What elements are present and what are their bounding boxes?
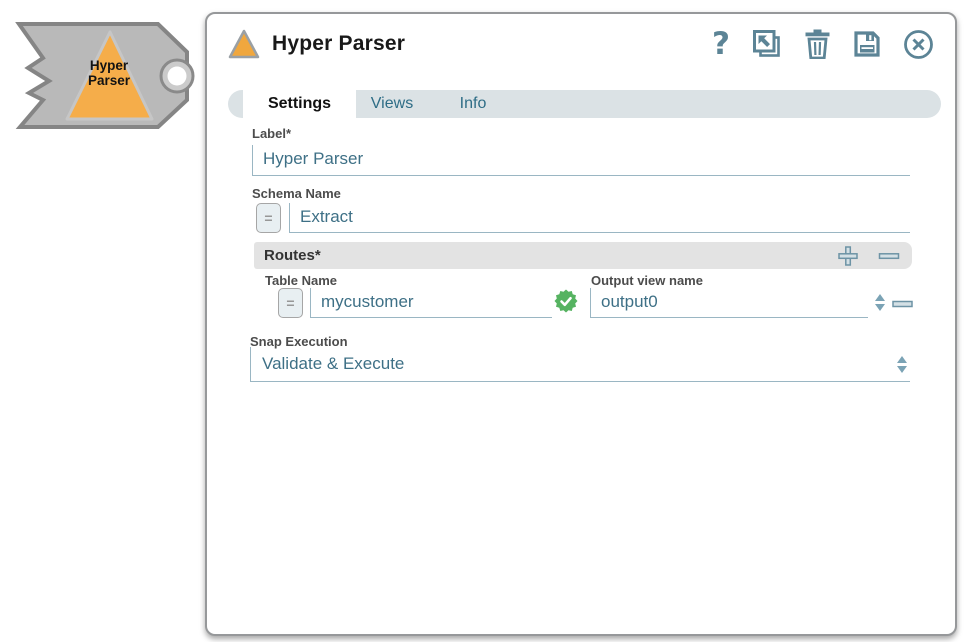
output-view-stepper[interactable] bbox=[875, 294, 886, 311]
dialog-header: Hyper Parser ? bbox=[228, 26, 934, 62]
stepper-down-icon[interactable] bbox=[875, 304, 885, 311]
save-icon[interactable] bbox=[853, 30, 881, 58]
routes-section-title: Routes* bbox=[264, 247, 838, 264]
schema-expression-toggle[interactable]: = bbox=[256, 203, 281, 233]
delete-icon[interactable] bbox=[804, 29, 831, 59]
validation-success-badge bbox=[554, 289, 578, 318]
snap-execution-value: Validate & Execute bbox=[262, 354, 404, 373]
canvas: Hyper Parser Hyper Parser ? bbox=[0, 0, 965, 642]
label-input[interactable] bbox=[253, 145, 910, 175]
table-name-column-label: Table Name bbox=[265, 273, 337, 288]
schema-name-input[interactable] bbox=[290, 203, 910, 232]
table-name-input[interactable] bbox=[311, 288, 552, 317]
snap-node-hyper-parser[interactable]: Hyper Parser bbox=[6, 14, 206, 136]
routes-section-header: Routes* bbox=[254, 242, 912, 269]
select-down-icon[interactable] bbox=[897, 366, 907, 373]
snap-type-triangle-icon bbox=[228, 29, 260, 59]
tab-info[interactable]: Info bbox=[428, 90, 518, 118]
output-connector-hole bbox=[168, 67, 187, 86]
output-view-name-field bbox=[590, 288, 868, 318]
label-field-label: Label* bbox=[252, 126, 291, 141]
select-up-icon[interactable] bbox=[897, 356, 907, 363]
table-name-expression-toggle[interactable]: = bbox=[278, 288, 303, 318]
stepper-up-icon[interactable] bbox=[875, 294, 885, 301]
schema-name-field bbox=[289, 203, 910, 233]
snap-execution-select-arrows[interactable] bbox=[897, 356, 908, 373]
remove-route-icon[interactable] bbox=[878, 246, 900, 266]
snap-node-label-line1: Hyper bbox=[90, 58, 129, 73]
help-icon[interactable]: ? bbox=[712, 29, 730, 59]
dialog-title: Hyper Parser bbox=[272, 32, 405, 56]
snap-node-label-line2: Parser bbox=[88, 73, 131, 88]
snap-execution-select[interactable]: Validate & Execute bbox=[250, 347, 910, 382]
dialog-tabbar: Settings Views Info bbox=[228, 90, 941, 118]
output-view-column-label: Output view name bbox=[591, 273, 703, 288]
output-view-name-input[interactable] bbox=[591, 288, 868, 317]
dialog-header-actions: ? bbox=[712, 29, 934, 60]
add-route-icon[interactable] bbox=[838, 246, 858, 266]
label-field bbox=[252, 145, 910, 176]
export-icon[interactable] bbox=[752, 29, 782, 59]
close-icon[interactable] bbox=[903, 29, 934, 60]
schema-name-label: Schema Name bbox=[252, 186, 341, 201]
table-name-field bbox=[310, 288, 552, 318]
remove-row-icon[interactable] bbox=[892, 297, 913, 316]
tab-views[interactable]: Views bbox=[356, 90, 428, 118]
tab-settings[interactable]: Settings bbox=[243, 90, 356, 118]
